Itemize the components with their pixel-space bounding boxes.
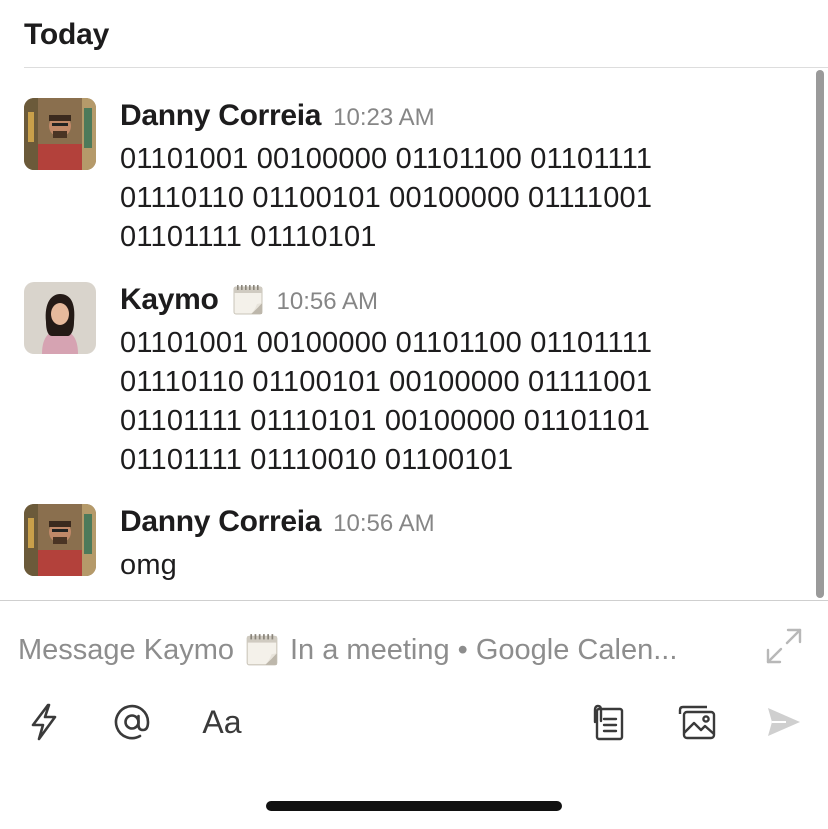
home-indicator [266,801,562,811]
format-label: Aa [202,703,242,740]
send-button[interactable] [762,700,806,744]
expand-icon[interactable] [764,626,804,666]
shortcuts-button[interactable] [24,700,64,744]
divider [0,600,828,601]
avatar[interactable] [24,98,96,170]
avatar[interactable] [24,504,96,576]
attach-file-button[interactable] [584,700,630,744]
image-icon [678,705,716,740]
composer-toolbar: Aa [0,696,828,748]
message-text: 01101001 00100000 01101100 01101111 0111… [120,327,653,476]
conversation-screen: Today Danny Correia 10:23 AM 01101001 00… [0,0,828,829]
mention-button[interactable] [110,700,154,744]
placeholder-prefix: Message Kaymo [18,633,234,666]
timestamp[interactable]: 10:23 AM [333,104,434,132]
message-input[interactable]: Message Kaymo In a meeting • Google Cale… [18,626,748,674]
danny-avatar-image [24,98,96,170]
message-text: 01101001 00100000 01101100 01101111 0111… [120,143,653,253]
message-header: Danny Correia 10:23 AM [120,96,435,136]
file-clip-icon [593,704,624,741]
author-name[interactable]: Kaymo [120,283,219,317]
send-icon [768,708,800,736]
scrollbar[interactable] [816,70,824,598]
calendar-icon [244,632,280,668]
kaymo-avatar-image [24,282,96,354]
calendar-icon[interactable] [231,283,265,317]
author-name[interactable]: Danny Correia [120,505,321,539]
placeholder-suffix: In a meeting • Google Calen... [290,633,678,666]
timestamp[interactable]: 10:56 AM [333,510,434,538]
lightning-icon [31,703,57,741]
message-header: Kaymo 10:56 AM [120,280,378,320]
avatar[interactable] [24,282,96,354]
photo-button[interactable] [674,700,720,744]
day-header: Today [24,18,110,51]
timestamp[interactable]: 10:56 AM [277,288,378,316]
danny-avatar-image [24,504,96,576]
at-sign-icon [114,704,150,740]
message-text: omg [120,549,178,581]
text-format-button[interactable]: Aa [198,700,246,744]
message-list[interactable]: Danny Correia 10:23 AM 01101001 00100000… [0,68,828,600]
message-header: Danny Correia 10:56 AM [120,502,435,542]
author-name[interactable]: Danny Correia [120,99,321,133]
